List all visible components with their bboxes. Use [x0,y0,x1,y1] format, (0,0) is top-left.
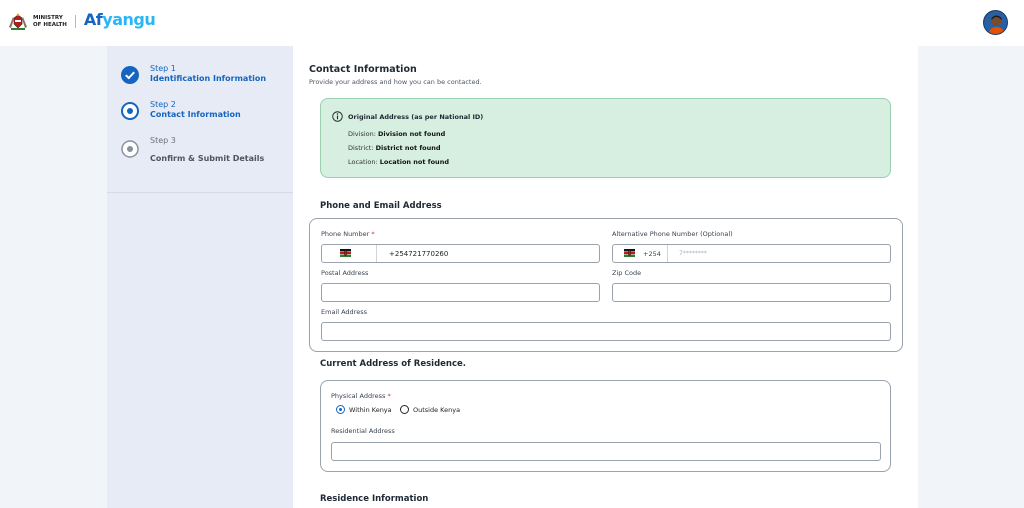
residence-info-section-title: Residence Information [320,494,429,504]
phone-number-input[interactable]: +254721770260 [321,244,600,263]
user-avatar-icon [984,11,1007,34]
active-step-icon [121,102,139,120]
step-title: Identification Information [150,74,267,83]
location-row: Location: Location not found [348,158,449,166]
email-address-input[interactable] [321,322,891,341]
original-address-card: Original Address (as per National ID) Di… [320,98,891,178]
alt-phone-placeholder: 7******** [679,250,707,257]
district-row: District: District not found [348,144,441,152]
residence-section-title: Current Address of Residence. [320,359,467,369]
pending-step-icon [121,140,139,158]
afyangu-logo: Afyangu [83,10,156,29]
original-address-title: Original Address (as per National ID) [348,113,484,121]
alt-phone-input[interactable]: +254 7******** [612,244,891,263]
residential-address-input[interactable] [331,442,881,461]
phone-number-value: +254721770260 [389,250,449,258]
phone-number-label: Phone Number * [321,230,375,238]
within-kenya-label[interactable]: Within Kenya [349,406,392,414]
ministry-of-health-text: MINISTRY OF HEALTH [33,15,76,28]
step-number: Step 2 [150,100,176,109]
within-kenya-radio[interactable] [336,405,345,414]
step-number: Step 1 [150,64,176,73]
stepper-sidebar: Step 1 Identification Information Step 2… [107,46,293,508]
alt-phone-label: Alternative Phone Number (Optional) [612,230,733,238]
division-row: Division: Division not found [348,130,446,138]
logo-area[interactable]: MINISTRY OF HEALTH Afyangu [8,10,156,31]
postal-address-input[interactable] [321,283,600,302]
phone-email-card: Phone Number * +254721770260 Alternative… [309,218,903,352]
outside-kenya-radio[interactable] [400,405,409,414]
country-code-selector[interactable] [322,245,377,262]
page-subtitle: Provide your address and how you can be … [309,78,482,86]
alt-phone-code: +254 [643,250,661,258]
email-address-label: Email Address [321,308,367,316]
alt-country-code-selector[interactable]: +254 [613,245,668,262]
phone-email-section-title: Phone and Email Address [320,201,442,211]
residence-card: Physical Address * Within Kenya Outside … [320,380,891,472]
physical-address-label: Physical Address * [331,392,391,400]
outside-kenya-label[interactable]: Outside Kenya [413,406,460,414]
kenya-flag-icon [340,249,351,257]
check-circle-icon [121,66,139,84]
sidebar-divider [107,192,293,193]
step-title: Contact Information [150,110,241,119]
kenya-flag-icon [624,249,635,257]
info-icon [332,111,343,122]
page-title: Contact Information [309,64,417,75]
zip-code-input[interactable] [612,283,891,302]
postal-address-label: Postal Address [321,269,369,277]
coat-of-arms-icon [9,13,27,30]
top-bar: MINISTRY OF HEALTH Afyangu [0,0,1024,46]
residential-address-label: Residential Address [331,427,395,435]
step-title: Confirm & Submit Details [150,154,265,163]
user-avatar[interactable] [983,10,1008,35]
step-number: Step 3 [150,136,176,145]
zip-code-label: Zip Code [612,269,642,277]
main-content: Contact Information Provide your address… [293,46,918,508]
